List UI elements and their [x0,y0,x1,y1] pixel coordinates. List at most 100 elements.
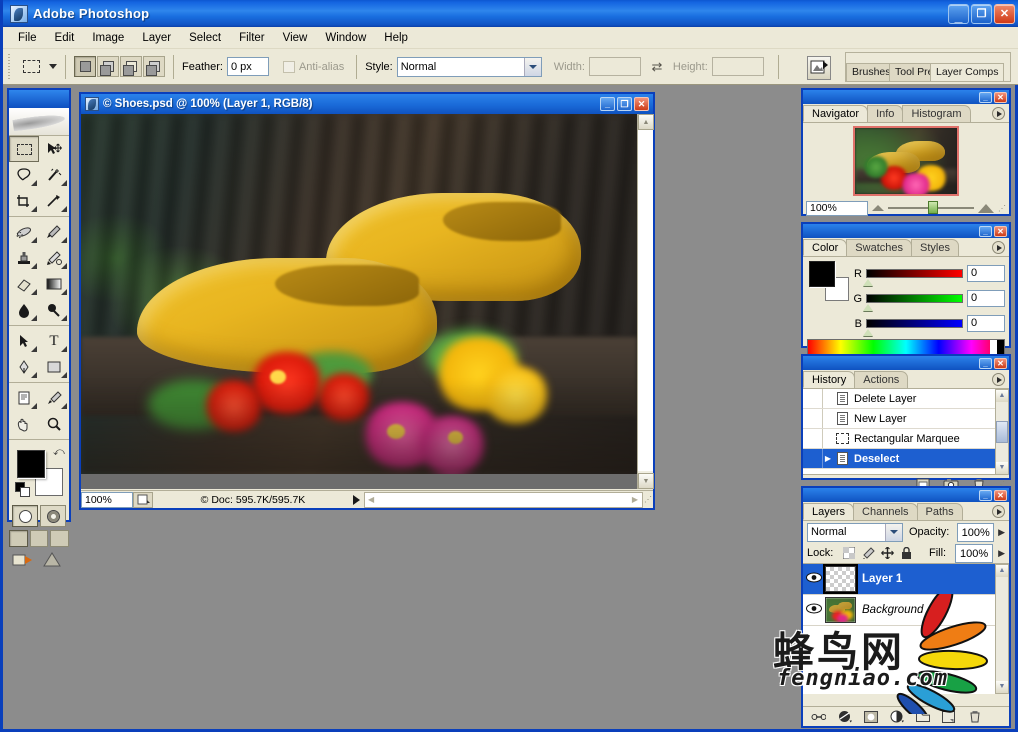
type-tool[interactable]: T [39,328,69,354]
opacity-input[interactable]: 100% [957,522,995,542]
minimize-button[interactable]: _ [948,3,969,24]
blur-tool[interactable] [9,297,39,323]
scrollbar-thumb[interactable] [996,421,1008,443]
color-minimize-button[interactable]: _ [979,225,992,237]
red-value-input[interactable]: 0 [967,265,1005,282]
options-bar-grip[interactable] [6,53,14,80]
menu-view[interactable]: View [274,30,317,46]
scroll-up-arrow-icon[interactable]: ▲ [638,114,654,130]
table-row[interactable]: Delete Layer [803,389,1009,409]
history-minimize-button[interactable]: _ [979,357,992,369]
full-screen-with-menubar-button[interactable] [29,530,49,547]
rectangular-marquee-icon[interactable] [18,55,44,79]
menu-filter[interactable]: Filter [230,30,274,46]
list-item[interactable]: Layer 1 [803,564,1009,595]
history-brush-tool[interactable] [39,245,69,271]
navigator-panel-menu-icon[interactable] [992,107,1005,120]
feather-input[interactable]: 0 px [226,57,269,76]
subtract-from-selection-button[interactable] [120,56,142,77]
path-selection-tool[interactable] [9,328,39,354]
zoom-tool[interactable] [39,411,69,437]
slice-tool[interactable] [39,188,69,214]
navigator-zoom-input[interactable]: 100% [806,200,868,216]
swap-colors-icon[interactable]: ⤺ [53,446,65,459]
green-value-input[interactable]: 0 [967,290,1005,307]
lock-image-pixels-icon[interactable] [861,546,875,560]
layer-thumbnail[interactable] [825,566,856,592]
vertical-scrollbar[interactable]: ▲ ▼ [637,114,654,489]
layers-panel-titlebar[interactable]: _ ✕ [803,488,1009,502]
eraser-tool[interactable] [9,271,39,297]
document-maximize-button[interactable]: ❐ [617,97,632,111]
history-panel-menu-icon[interactable] [992,373,1005,386]
height-input[interactable] [711,57,764,76]
document-minimize-button[interactable]: _ [600,97,615,111]
history-scrollbar[interactable]: ▲ ▼ [995,389,1009,475]
healing-brush-tool[interactable] [9,219,39,245]
table-row[interactable]: Rectangular Marquee [803,429,1009,449]
scroll-up-arrow-icon[interactable]: ▲ [996,390,1008,402]
layers-panel-menu-icon[interactable] [992,505,1005,518]
new-layer-icon[interactable] [941,709,956,724]
delete-layer-icon[interactable] [967,709,982,724]
hand-tool[interactable] [9,411,39,437]
layer-name[interactable]: Background [862,604,923,616]
crop-tool[interactable] [9,188,39,214]
list-item[interactable]: Background [803,595,1009,626]
table-row[interactable]: New Layer [803,409,1009,429]
scroll-down-arrow-icon[interactable]: ▼ [996,681,1008,693]
layer-visibility-toggle[interactable] [803,572,825,586]
swap-dimensions-icon[interactable]: ⇄ [649,59,665,75]
color-panel-menu-icon[interactable] [992,241,1005,254]
tool-preset-chevron-down-icon[interactable] [49,64,57,69]
navigator-minimize-button[interactable]: _ [979,91,992,103]
zoom-level-input[interactable]: 100% [81,491,133,508]
menu-help[interactable]: Help [375,30,417,46]
menu-select[interactable]: Select [180,30,230,46]
zoom-slider-knob[interactable] [927,201,938,214]
palette-tab-layer-comps[interactable]: Layer Comps [930,63,1004,81]
dodge-tool[interactable] [39,297,69,323]
jump-to-imageready-icon[interactable] [807,56,831,80]
navigator-panel-titlebar[interactable]: _ ✕ [803,90,1009,104]
zoom-slider-track[interactable] [888,201,974,214]
history-snapshot-cell[interactable] [803,429,823,448]
navigator-close-button[interactable]: ✕ [994,91,1007,103]
adjustment-layer-icon[interactable] [889,709,904,724]
palette-tab-tool-presets[interactable]: Tool Presets [889,63,931,81]
document-titlebar[interactable]: © Shoes.psd @ 100% (Layer 1, RGB/8) _ ❐ … [81,94,653,114]
blue-slider-track[interactable] [863,319,963,336]
gradient-tool[interactable] [39,271,69,297]
layer-thumbnail[interactable] [825,597,856,623]
tab-navigator[interactable]: Navigator [803,105,869,122]
navigator-zoom-slider[interactable] [872,201,994,214]
history-snapshot-cell[interactable] [803,409,823,428]
color-close-button[interactable]: ✕ [994,225,1007,237]
horizontal-scrollbar[interactable]: ◀ ▶ [364,491,643,508]
history-snapshot-cell[interactable] [803,389,823,408]
lock-all-icon[interactable] [899,546,913,560]
resize-grip[interactable]: ⋰ [643,495,653,504]
rectangle-shape-tool[interactable] [39,354,69,380]
preview-thumbnail-icon[interactable] [133,491,153,508]
green-slider-track[interactable] [863,294,963,311]
history-snapshot-cell[interactable] [803,449,823,468]
antialias-checkbox[interactable] [282,60,295,73]
layers-minimize-button[interactable]: _ [979,489,992,501]
foreground-color-swatch[interactable] [17,450,45,478]
tab-layers[interactable]: Layers [803,503,855,520]
close-button[interactable]: ✕ [994,3,1015,24]
opacity-slider-arrow-icon[interactable]: ▶ [998,527,1005,538]
layer-list[interactable]: Layer 1 Background ▲ ▼ [803,564,1009,694]
menu-layer[interactable]: Layer [133,30,180,46]
new-group-icon[interactable] [915,709,930,724]
pen-tool[interactable] [9,354,39,380]
link-layers-icon[interactable] [811,709,826,724]
tab-paths[interactable]: Paths [916,503,963,520]
layer-style-icon[interactable] [837,709,852,724]
scroll-up-arrow-icon[interactable]: ▲ [996,565,1008,577]
tab-color[interactable]: Color [803,239,848,256]
layer-name[interactable]: Layer 1 [862,573,902,585]
default-colors-icon[interactable] [15,482,30,497]
tab-styles[interactable]: Styles [911,239,959,256]
